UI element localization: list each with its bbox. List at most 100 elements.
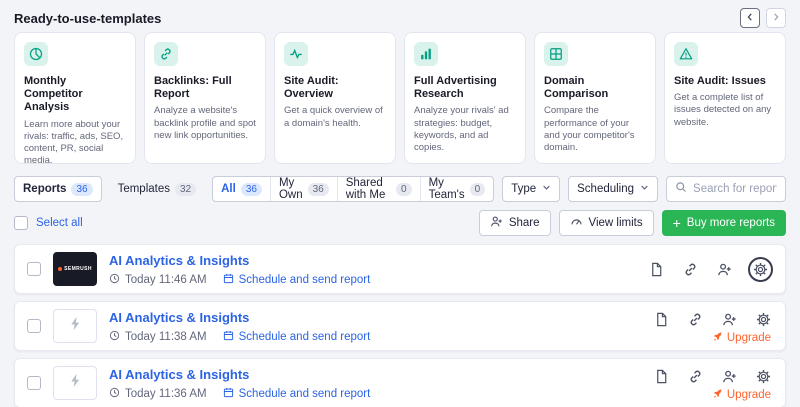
- template-description: Analyze a website's backlink profile and…: [154, 105, 256, 141]
- calendar-icon: [223, 387, 234, 401]
- pie-chart-icon: [24, 42, 48, 66]
- upgrade-link[interactable]: Upgrade: [712, 331, 771, 345]
- tab-reports[interactable]: Reports 36: [14, 176, 102, 202]
- gauge-icon: [570, 215, 583, 231]
- person-add-icon[interactable]: [719, 366, 739, 386]
- row-checkbox[interactable]: [27, 319, 41, 333]
- schedule-send-link[interactable]: Schedule and send report: [223, 273, 371, 287]
- semrush-logo-thumbnail: SEMRUSH: [53, 252, 97, 286]
- grid-compare-icon: [544, 42, 568, 66]
- person-add-icon[interactable]: [719, 309, 739, 329]
- scheduling-dropdown[interactable]: Scheduling: [568, 176, 658, 202]
- scope-all[interactable]: All 36: [213, 177, 270, 201]
- template-card-monthly-competitor-analysis[interactable]: Monthly Competitor Analysis Learn more a…: [14, 32, 136, 164]
- templates-header: Ready-to-use-templates: [14, 8, 786, 28]
- pulse-icon: [284, 42, 308, 66]
- report-time-text: Today 11:36 AM: [125, 388, 207, 400]
- report-meta: Today 11:36 AM Schedule and send report: [109, 387, 639, 401]
- report-time-text: Today 11:38 AM: [125, 331, 207, 343]
- templates-carousel-nav: [740, 8, 786, 28]
- chevron-down-icon: [640, 183, 649, 195]
- filter-row: Reports 36 Templates 32 All 36 My Own 36…: [14, 176, 786, 202]
- type-dropdown[interactable]: Type: [502, 176, 560, 202]
- person-add-icon: [490, 215, 503, 231]
- report-meta: Today 11:46 AM Schedule and send report: [109, 273, 634, 287]
- schedule-send-text: Schedule and send report: [239, 274, 371, 286]
- row-actions-column: Upgrade: [651, 364, 773, 402]
- report-list: SEMRUSH AI Analytics & Insights Today 11…: [14, 244, 786, 407]
- select-all-checkbox[interactable]: [14, 216, 28, 230]
- scope-all-label: All: [221, 183, 236, 195]
- report-title-link[interactable]: AI Analytics & Insights: [109, 310, 249, 325]
- prev-templates-button[interactable]: [740, 8, 760, 28]
- view-limits-button[interactable]: View limits: [559, 210, 654, 236]
- template-title: Domain Comparison: [544, 75, 646, 101]
- row-checkbox[interactable]: [27, 262, 41, 276]
- scope-my-teams[interactable]: My Team's 0: [420, 177, 494, 201]
- document-icon[interactable]: [651, 309, 671, 329]
- report-title-link[interactable]: AI Analytics & Insights: [109, 253, 249, 268]
- upgrade-link[interactable]: Upgrade: [712, 388, 771, 402]
- template-description: Learn more about your rivals: traffic, a…: [24, 119, 126, 168]
- bar-chart-icon: [414, 42, 438, 66]
- row-checkbox[interactable]: [27, 376, 41, 390]
- report-title-link[interactable]: AI Analytics & Insights: [109, 367, 249, 382]
- bolt-thumbnail: [53, 309, 97, 343]
- link-icon: [154, 42, 178, 66]
- link-icon[interactable]: [685, 366, 705, 386]
- template-description: Compare the performance of your and your…: [544, 105, 646, 154]
- link-icon[interactable]: [680, 259, 700, 279]
- template-card-backlinks-full-report[interactable]: Backlinks: Full Report Analyze a website…: [144, 32, 266, 164]
- search-icon: [675, 180, 687, 198]
- document-icon[interactable]: [646, 259, 666, 279]
- schedule-send-link[interactable]: Schedule and send report: [223, 330, 371, 344]
- reports-toolbar: Select all Share View limits + Buy more …: [14, 210, 786, 236]
- warning-triangle-icon: [674, 42, 698, 66]
- row-actions: [651, 309, 773, 329]
- person-add-icon[interactable]: [714, 259, 734, 279]
- select-all-label[interactable]: Select all: [36, 217, 83, 229]
- row-actions: [651, 366, 773, 386]
- next-templates-button[interactable]: [766, 8, 786, 28]
- share-button[interactable]: Share: [479, 210, 551, 236]
- template-description: Get a complete list of issues detected o…: [674, 92, 776, 128]
- report-row: AI Analytics & Insights Today 11:38 AM S…: [14, 301, 786, 351]
- template-description: Analyze your rivals' ad strategies: budg…: [414, 105, 516, 154]
- clock-icon: [109, 387, 120, 401]
- row-actions-column: Upgrade: [651, 307, 773, 345]
- document-icon[interactable]: [651, 366, 671, 386]
- template-description: Get a quick overview of a domain's healt…: [284, 105, 386, 129]
- tab-reports-count: 36: [71, 183, 92, 196]
- search-input[interactable]: [693, 183, 777, 195]
- schedule-send-link[interactable]: Schedule and send report: [223, 387, 371, 401]
- scope-shared-label: Shared with Me: [346, 177, 391, 201]
- page-title: Ready-to-use-templates: [14, 11, 161, 26]
- report-row: AI Analytics & Insights Today 11:36 AM S…: [14, 358, 786, 407]
- rocket-icon: [712, 331, 723, 345]
- gear-icon[interactable]: [753, 309, 773, 329]
- link-icon[interactable]: [685, 309, 705, 329]
- row-actions: [646, 257, 773, 282]
- calendar-icon: [223, 330, 234, 344]
- template-card-domain-comparison[interactable]: Domain Comparison Compare the performanc…: [534, 32, 656, 164]
- template-title: Backlinks: Full Report: [154, 75, 256, 101]
- rocket-icon: [712, 388, 723, 402]
- template-card-site-audit-overview[interactable]: Site Audit: Overview Get a quick overvie…: [274, 32, 396, 164]
- gear-icon[interactable]: [748, 257, 773, 282]
- scope-my-own[interactable]: My Own 36: [270, 177, 337, 201]
- calendar-icon: [223, 273, 234, 287]
- schedule-send-text: Schedule and send report: [239, 388, 371, 400]
- gear-icon[interactable]: [753, 366, 773, 386]
- template-card-full-advertising-research[interactable]: Full Advertising Research Analyze your r…: [404, 32, 526, 164]
- buy-more-reports-button[interactable]: + Buy more reports: [662, 210, 786, 236]
- scope-shared-with-me[interactable]: Shared with Me 0: [337, 177, 420, 201]
- tab-templates[interactable]: Templates 32: [110, 176, 205, 202]
- template-card-site-audit-issues[interactable]: Site Audit: Issues Get a complete list o…: [664, 32, 786, 164]
- scheduling-dropdown-label: Scheduling: [577, 183, 634, 195]
- bolt-thumbnail: [53, 366, 97, 400]
- report-row: SEMRUSH AI Analytics & Insights Today 11…: [14, 244, 786, 294]
- template-title: Full Advertising Research: [414, 75, 516, 101]
- report-timestamp: Today 11:46 AM: [109, 273, 207, 287]
- type-dropdown-label: Type: [511, 183, 536, 195]
- report-meta: Today 11:38 AM Schedule and send report: [109, 330, 639, 344]
